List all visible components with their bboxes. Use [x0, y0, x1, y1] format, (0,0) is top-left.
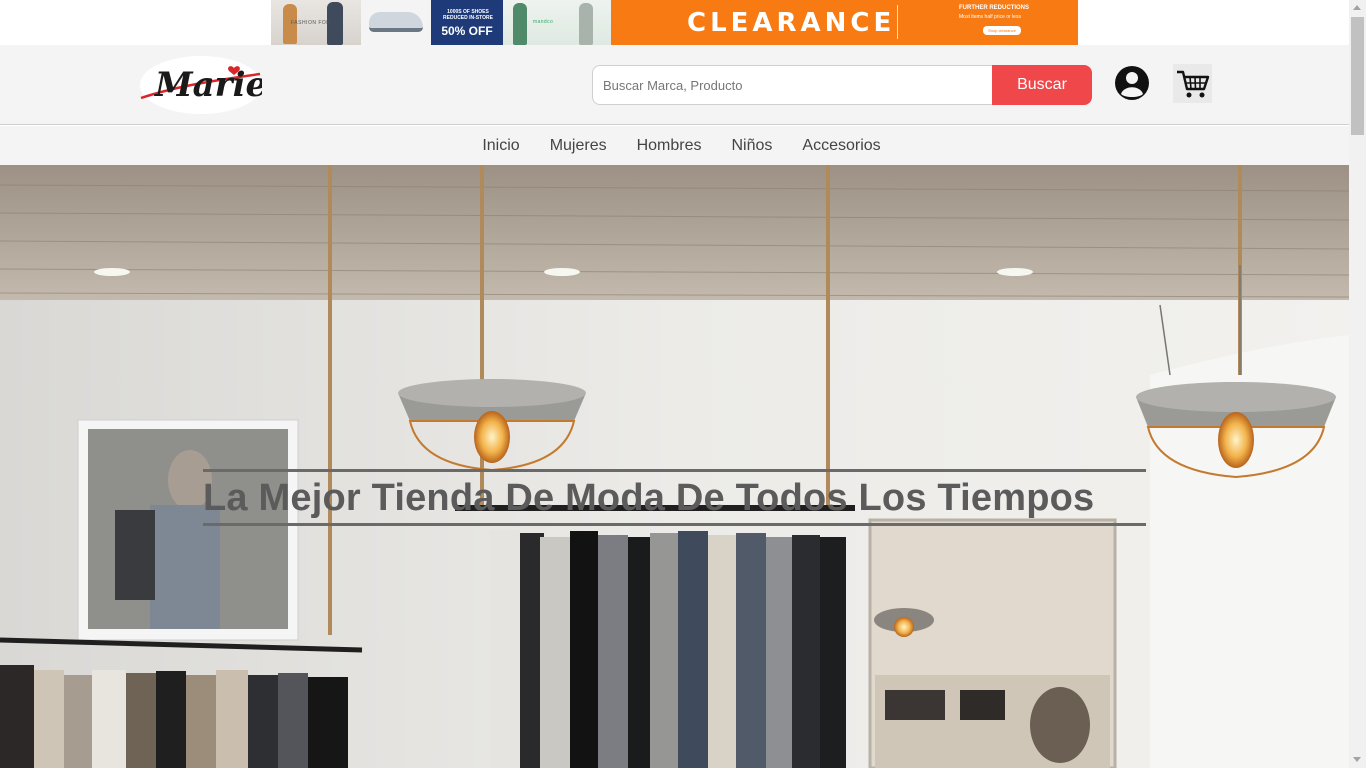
nav-item-mujeres[interactable]: Mujeres — [550, 137, 607, 155]
scrollbar-thumb[interactable] — [1351, 17, 1364, 135]
promo-people-panel: mandco — [503, 0, 611, 45]
account-button[interactable] — [1113, 64, 1151, 102]
user-circle-icon — [1115, 66, 1149, 100]
page-scrollbar[interactable] — [1349, 0, 1366, 768]
search-button[interactable]: Buscar — [992, 65, 1092, 105]
model-figure — [513, 3, 527, 45]
nav-item-inicio[interactable]: Inicio — [482, 137, 519, 155]
promo-further-title: FURTHER REDUCTIONS — [959, 5, 1029, 11]
promo-divider — [897, 5, 898, 39]
promo-shop-cta[interactable]: Shop clearance — [983, 26, 1021, 35]
hero-title: La Mejor Tienda De Moda De Todos Los Tie… — [203, 469, 1146, 526]
promo-shoe-panel — [361, 0, 431, 45]
promo-clearance-panel: CLEARANCE FURTHER REDUCTIONS Most items … — [611, 0, 1078, 45]
banner-strip: FASHION FOR 1000S OF SHOES REDUCED IN-ST… — [0, 0, 1349, 45]
promo-shoes-off-panel: 1000S OF SHOES REDUCED IN-STORE 50% OFF — [431, 0, 503, 45]
marie-logo[interactable]: Marie — [137, 56, 267, 114]
scroll-up-arrow-icon[interactable] — [1353, 5, 1361, 10]
nav-item-accesorios[interactable]: Accesorios — [802, 137, 880, 155]
promo-banner[interactable]: FASHION FOR 1000S OF SHOES REDUCED IN-ST… — [271, 0, 1078, 45]
scroll-down-arrow-icon[interactable] — [1353, 757, 1361, 762]
svg-text:Marie: Marie — [154, 65, 262, 105]
promo-headline: CLEARANCE — [687, 8, 896, 38]
search-bar: Buscar — [592, 65, 1092, 105]
promo-further-sub: Most items half price or less — [959, 14, 1021, 20]
cart-button[interactable] — [1173, 64, 1212, 103]
logo-graphic: Marie — [140, 56, 267, 114]
hero-image — [0, 165, 1349, 768]
hero-section: La Mejor Tienda De Moda De Todos Los Tie… — [0, 165, 1349, 768]
shoe-image — [369, 12, 423, 32]
main-nav: Inicio Mujeres Hombres Niños Accesorios — [0, 126, 1349, 165]
search-input[interactable] — [592, 65, 992, 105]
model-figure — [579, 3, 593, 45]
shopping-cart-icon — [1176, 70, 1209, 97]
site-header: Marie Buscar — [0, 45, 1349, 125]
nav-item-hombres[interactable]: Hombres — [637, 137, 702, 155]
promo-brand-label: mandco — [533, 19, 554, 25]
promo-fashion-tag: FASHION FOR — [291, 20, 331, 26]
promo-shoes-discount: 50% OFF — [441, 24, 493, 38]
promo-fashion-panel: FASHION FOR — [271, 0, 361, 45]
promo-shoes-text: 1000S OF SHOES REDUCED IN-STORE — [443, 9, 493, 21]
nav-item-ninos[interactable]: Niños — [732, 137, 773, 155]
